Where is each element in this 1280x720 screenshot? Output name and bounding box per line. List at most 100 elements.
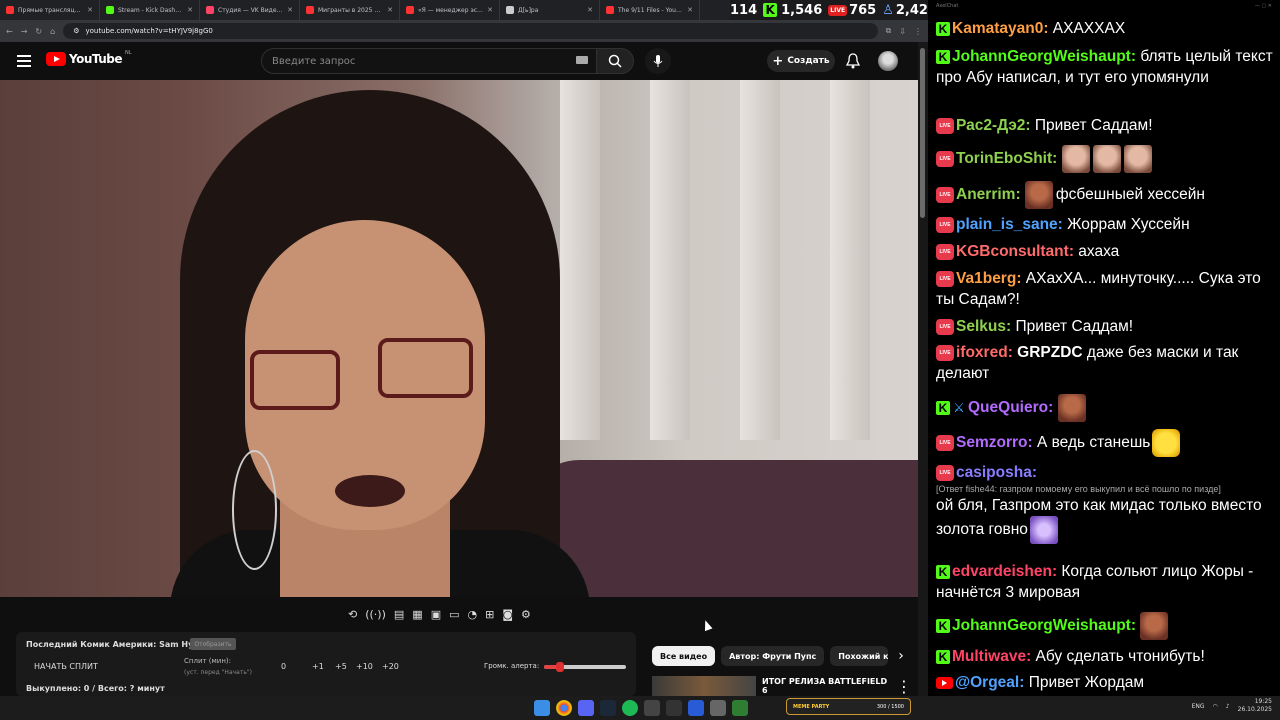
add-5-button[interactable]: +5 — [335, 662, 347, 671]
start-split-button[interactable]: НАЧАТЬ СПЛИТ — [34, 662, 98, 671]
site-info-icon[interactable]: ⚙ — [73, 27, 79, 35]
extension-icon[interactable]: ⧉ — [886, 26, 892, 36]
window-blind — [740, 80, 780, 440]
chat-username[interactable]: Anerrim — [956, 186, 1015, 203]
add-1-button[interactable]: +1 — [312, 662, 324, 671]
browser-tab[interactable]: Stream - Kick Dashboa ✕ — [100, 0, 200, 20]
download-icon[interactable]: ⇩ — [899, 27, 906, 36]
chrome-icon[interactable] — [556, 700, 572, 716]
screenshot-icon[interactable]: ◙ — [502, 608, 513, 621]
close-icon[interactable]: ✕ — [387, 6, 393, 14]
language-indicator[interactable]: ENG — [1192, 703, 1205, 710]
search-input[interactable]: Введите запрос — [261, 48, 597, 74]
notifications-button[interactable] — [845, 52, 861, 70]
chat-username[interactable]: Selkus — [956, 318, 1006, 335]
picture-in-picture-icon[interactable]: ▣ — [431, 608, 441, 621]
browser-tab[interactable]: Д[ь]ра ✕ — [500, 0, 600, 20]
alert-volume-slider[interactable] — [544, 662, 626, 672]
chip-similar[interactable]: Похожий ко — [830, 646, 889, 666]
chat-username[interactable]: casiposha — [956, 464, 1032, 481]
close-icon[interactable]: ✕ — [187, 6, 193, 14]
wifi-icon[interactable]: ◠ — [1213, 703, 1218, 710]
chat-username[interactable]: JohannGeorgWeishaupt — [952, 617, 1131, 634]
video-title[interactable]: ИТОГ РЕЛИЗА BATTLEFIELD 6 — [762, 677, 890, 695]
youtube-badge-icon — [936, 676, 953, 689]
browser-tab[interactable]: Прямые трансляции - ✕ — [0, 0, 100, 20]
browser-tab[interactable]: Мигранты в 2025 году ✕ — [300, 0, 400, 20]
chat-message: LIVE KGBconsultant: ахаха — [936, 241, 1276, 262]
add-icon[interactable]: ⊞ — [485, 608, 494, 621]
chat-username[interactable]: Semzorro — [956, 434, 1028, 451]
search-button[interactable] — [596, 48, 634, 74]
steam-icon[interactable] — [600, 700, 616, 716]
keyboard-icon[interactable] — [576, 56, 588, 64]
forward-icon[interactable]: → — [21, 27, 28, 36]
browser-tab[interactable]: Студия — VK Видео Liv ✕ — [200, 0, 300, 20]
gear-icon[interactable]: ⚙ — [521, 608, 531, 621]
add-10-button[interactable]: +10 — [356, 662, 373, 671]
chat-username[interactable]: KGBconsultant — [956, 243, 1069, 260]
volume-icon[interactable]: ♪ — [1226, 703, 1230, 710]
show-button[interactable]: Отобразить — [190, 638, 236, 650]
address-bar[interactable]: ⚙ youtube.com/watch?v=tHYJV9j8gG0 — [63, 23, 878, 39]
back-icon[interactable]: ← — [6, 27, 13, 36]
page-scrollbar[interactable] — [918, 42, 928, 696]
speed-icon[interactable]: ◔ — [468, 608, 478, 621]
meme-party-widget[interactable]: MEME PARTY 300 / 1500 — [786, 698, 911, 715]
chat-username[interactable]: Multiwave — [952, 648, 1026, 665]
chip-author[interactable]: Автор: Фрути Пупс — [721, 646, 825, 666]
hamburger-menu-icon[interactable] — [17, 55, 31, 67]
discord-icon[interactable] — [578, 700, 594, 716]
close-icon[interactable]: ✕ — [587, 6, 593, 14]
close-icon[interactable]: ✕ — [487, 6, 493, 14]
volume-knob[interactable] — [556, 662, 565, 672]
chat-username[interactable]: Kamatayan0 — [952, 20, 1043, 37]
voice-search-button[interactable] — [645, 48, 671, 74]
chat-username[interactable]: ifoxred — [956, 344, 1008, 361]
chat-username[interactable]: Рас2-Дэ2 — [956, 117, 1025, 134]
windows-start-icon[interactable] — [534, 700, 550, 716]
chevron-right-icon[interactable]: › — [898, 648, 904, 664]
video-thumbnail[interactable] — [652, 676, 756, 696]
close-icon[interactable]: ✕ — [287, 6, 293, 14]
close-icon[interactable]: ✕ — [687, 6, 693, 14]
home-icon[interactable]: ⌂ — [50, 27, 55, 36]
chat-username[interactable]: edvardeishen — [952, 563, 1052, 580]
youtube-wordmark: YouTube — [69, 52, 123, 66]
microphone-icon — [653, 55, 663, 67]
app-icon[interactable] — [688, 700, 704, 716]
menu-dots-icon[interactable]: ⋮ — [914, 27, 922, 36]
more-options-icon[interactable]: ⋮ — [896, 677, 912, 696]
subtitles-icon[interactable]: ▤ — [394, 608, 404, 621]
obs-icon[interactable] — [644, 700, 660, 716]
avatar[interactable] — [878, 51, 898, 71]
recommended-video[interactable]: ИТОГ РЕЛИЗА BATTLEFIELD 6 ⋮ — [652, 676, 912, 696]
chat-username[interactable]: plain_is_sane — [956, 216, 1058, 233]
spotify-icon[interactable] — [622, 700, 638, 716]
chip-all-videos[interactable]: Все видео — [652, 646, 716, 666]
app-icon[interactable] — [666, 700, 682, 716]
chat-username[interactable]: Va1berg — [956, 270, 1016, 287]
theater-mode-icon[interactable]: ▭ — [449, 608, 459, 621]
close-icon[interactable]: ✕ — [87, 6, 93, 14]
reload-icon[interactable]: ↻ — [35, 27, 42, 36]
browser-tab[interactable]: The 9/11 Files - YouTub ✕ — [600, 0, 700, 20]
audio-icon[interactable]: ((·)) — [365, 608, 386, 621]
create-button[interactable]: + Создать — [767, 50, 835, 72]
chat-username[interactable]: TorinEboShit — [956, 150, 1052, 167]
loop-icon[interactable]: ⟲ — [348, 608, 357, 621]
chat-username[interactable]: @Orgeal — [955, 674, 1019, 691]
username-colon: : — [1007, 344, 1018, 361]
scrollbar-thumb[interactable] — [920, 48, 925, 218]
window-controls-icon[interactable]: — ▢ ✕ — [1255, 3, 1272, 11]
browser-tab[interactable]: «Я — менеджер эскОр ✕ — [400, 0, 500, 20]
chat-username[interactable]: QueQuiero — [968, 399, 1048, 416]
clapper-icon[interactable]: ▦ — [412, 608, 422, 621]
app-icon[interactable] — [710, 700, 726, 716]
app-icon[interactable] — [732, 700, 748, 716]
video-player[interactable] — [0, 80, 918, 597]
youtube-logo[interactable]: YouTube NL — [46, 50, 132, 66]
clock[interactable]: 19:25 26.10.2025 — [1238, 698, 1272, 714]
add-20-button[interactable]: +20 — [382, 662, 399, 671]
chat-username[interactable]: JohannGeorgWeishaupt — [952, 48, 1131, 65]
